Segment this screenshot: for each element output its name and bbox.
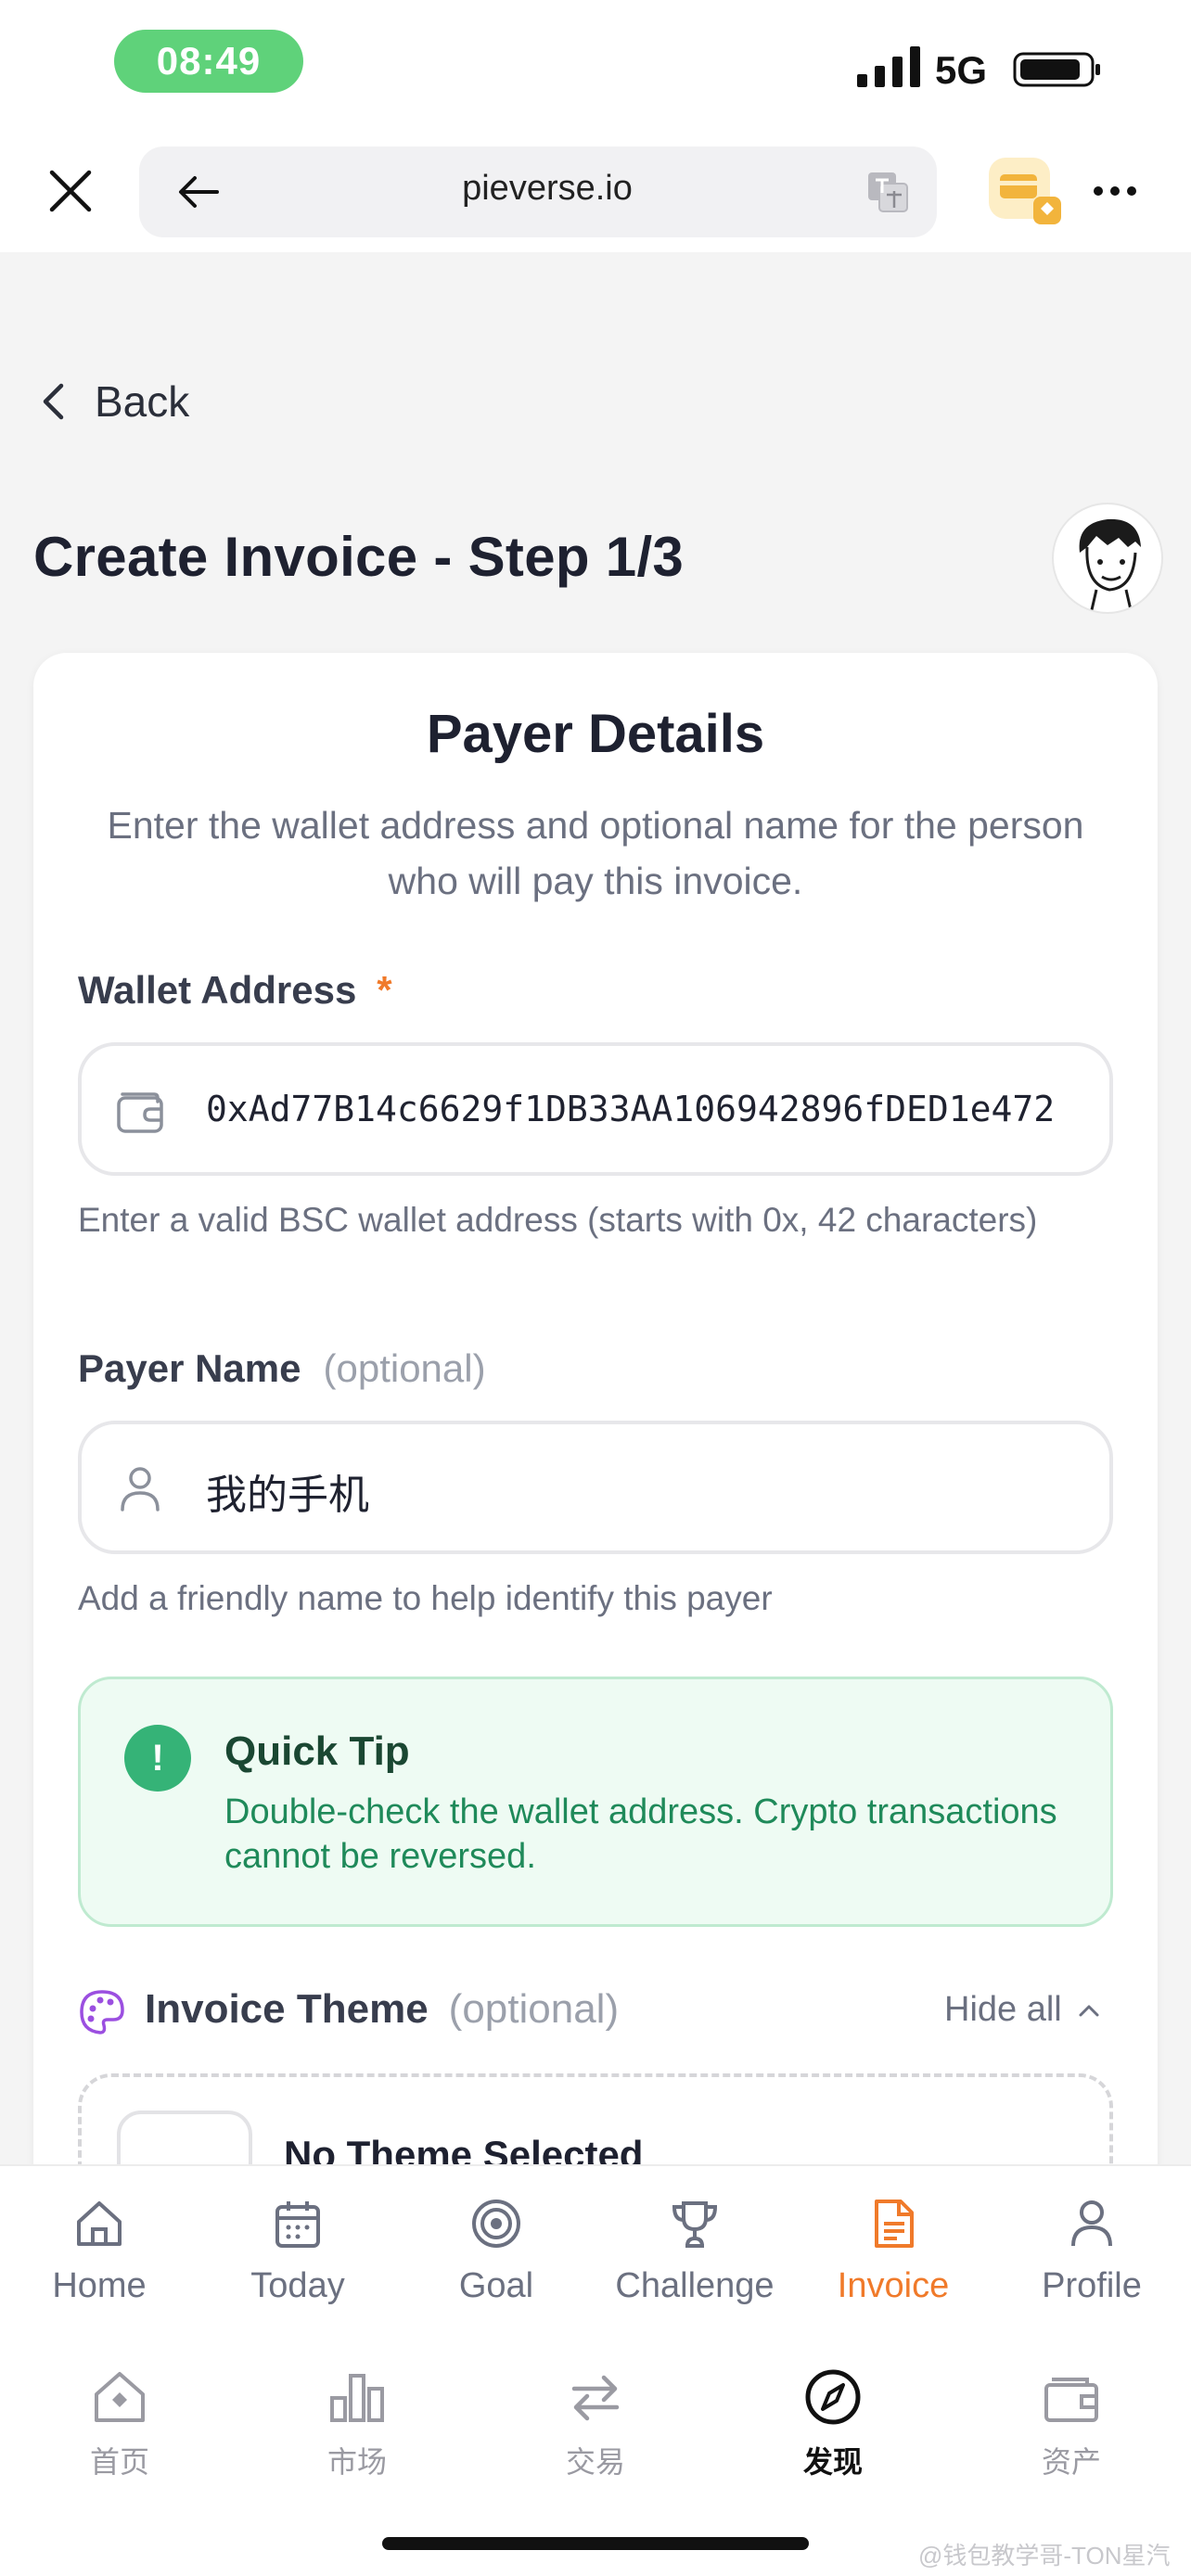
user-icon: [1071, 2200, 1112, 2247]
wallet-tab-label: 发现: [802, 2445, 863, 2479]
wallet-address-label: Wallet Address *: [78, 968, 392, 1013]
tab-home[interactable]: Home: [0, 2196, 198, 2306]
optional-tag: (optional): [323, 1346, 486, 1390]
wallet-icon: [117, 1092, 163, 1133]
signal-icon: [857, 46, 920, 87]
tab-label: Profile: [1042, 2266, 1142, 2305]
required-mark: *: [377, 968, 392, 1012]
wallet-tab-market[interactable]: 市场: [258, 2366, 456, 2481]
hide-all-button[interactable]: Hide all: [944, 1990, 1103, 2030]
chevron-up-icon: [1079, 2005, 1099, 2016]
hide-all-label: Hide all: [944, 1990, 1062, 2029]
payer-name-value: 我的手机: [206, 1473, 369, 1518]
payer-name-label-text: Payer Name: [78, 1346, 301, 1390]
translate-icon[interactable]: [866, 171, 909, 213]
invoice-theme-label-text: Invoice Theme: [145, 1986, 429, 2032]
wallet-address-hint: Enter a valid BSC wallet address (starts…: [78, 1201, 1038, 1239]
payer-name-label: Payer Name (optional): [78, 1346, 486, 1391]
tab-label: Home: [52, 2266, 147, 2305]
bar-chart-icon: [330, 2374, 384, 2422]
payer-name-hint: Add a friendly name to help identify thi…: [78, 1579, 773, 1617]
wallet-tab-label: 首页: [89, 2445, 149, 2479]
tab-today[interactable]: Today: [198, 2196, 397, 2306]
section-subtitle: Enter the wallet address and optional na…: [107, 804, 1084, 902]
document-icon: [875, 2200, 914, 2248]
home-icon: [77, 2201, 122, 2246]
dapp-icon[interactable]: [989, 158, 1063, 226]
back-button[interactable]: Back: [37, 366, 189, 437]
trophy-icon: [672, 2201, 718, 2248]
tab-label: Today: [250, 2266, 345, 2305]
network-type: 5G: [935, 48, 988, 92]
url-text: pieverse.io: [462, 169, 633, 208]
more-icon[interactable]: [1089, 172, 1141, 210]
status-time: 08:49: [114, 30, 303, 93]
wallet-tab-home[interactable]: 首页: [20, 2366, 219, 2481]
palette-icon: [80, 1990, 124, 2034]
user-icon: [121, 1467, 160, 1511]
avatar[interactable]: [1052, 503, 1163, 614]
tab-invoice[interactable]: Invoice: [794, 2196, 992, 2306]
home-diamond-icon: [95, 2372, 145, 2422]
tab-challenge[interactable]: Challenge: [596, 2196, 794, 2306]
tab-label: Challenge: [615, 2266, 775, 2305]
home-indicator: [382, 2537, 809, 2550]
tab-label: Goal: [458, 2266, 534, 2305]
wallet-tab-label: 资产: [1041, 2445, 1101, 2479]
calendar-icon: [275, 2201, 320, 2248]
wallet-icon: [1044, 2378, 1098, 2422]
wallet-tab-label: 交易: [565, 2445, 625, 2479]
swap-icon: [571, 2375, 620, 2421]
wallet-tab-trade[interactable]: 交易: [496, 2366, 695, 2481]
tab-label: Invoice: [837, 2266, 950, 2305]
wallet-tab-assets[interactable]: 资产: [972, 2366, 1171, 2481]
close-icon[interactable]: [45, 165, 96, 217]
wallet-tab-discover[interactable]: 发现: [734, 2366, 932, 2481]
section-title: Payer Details: [426, 704, 765, 764]
watermark: @钱包教学哥-TON星汽: [918, 2542, 1171, 2570]
battery-icon: [1013, 52, 1100, 87]
target-icon: [472, 2200, 520, 2248]
back-label: Back: [95, 377, 190, 426]
tab-profile[interactable]: Profile: [992, 2196, 1191, 2306]
quick-tip-body: Double-check the wallet address. Crypto …: [224, 1792, 1057, 1876]
compass-icon: [805, 2369, 861, 2425]
quick-tip-title: Quick Tip: [224, 1728, 410, 1774]
page-title: Create Invoice - Step 1/3: [33, 526, 685, 588]
exclamation-icon: !: [124, 1725, 191, 1792]
avatar-illustration: [1079, 518, 1141, 612]
optional-tag: (optional): [448, 1986, 620, 2032]
wallet-tab-label: 市场: [327, 2445, 387, 2479]
wallet-address-label-text: Wallet Address: [78, 968, 357, 1012]
arrow-left-icon[interactable]: [176, 171, 221, 213]
chevron-left-icon: [43, 383, 64, 420]
invoice-theme-label: Invoice Theme (optional): [145, 1986, 619, 2033]
wallet-address-value: 0xAd77B14c6629f1DB33AA106942896fDED1e472: [206, 1089, 1056, 1129]
tab-goal[interactable]: Goal: [397, 2196, 596, 2306]
